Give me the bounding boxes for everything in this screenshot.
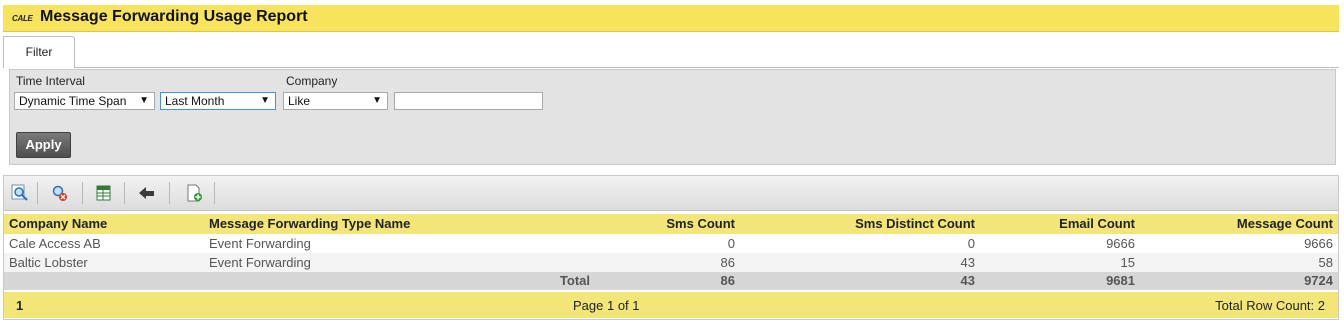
- dropdown-arrow-icon: ▼: [139, 95, 149, 106]
- cell-forwarding-type: Event Forwarding: [209, 255, 311, 270]
- export-excel-icon[interactable]: [94, 184, 114, 202]
- time-interval-label: Time Interval: [16, 74, 85, 88]
- pager-bar: 1 Page 1 of 1 Total Row Count: 2: [4, 292, 1338, 318]
- cell-sms-distinct-count: 43: [960, 255, 975, 270]
- cale-logo: CALE: [12, 14, 33, 23]
- col-sms-distinct-count[interactable]: Sms Distinct Count: [804, 216, 975, 231]
- total-message-count: 9724: [1304, 273, 1333, 288]
- search-icon[interactable]: [10, 184, 30, 202]
- page-number-link[interactable]: 1: [16, 298, 23, 313]
- total-row-count: Total Row Count: 2: [1215, 298, 1325, 313]
- cell-email-count: 15: [1120, 255, 1135, 270]
- cell-email-count: 9666: [1106, 236, 1135, 251]
- tab-strip: Filter: [3, 36, 1339, 68]
- cell-message-count: 9666: [1304, 236, 1333, 251]
- toolbar-separator: [124, 182, 125, 204]
- time-mode-value: Dynamic Time Span: [19, 94, 127, 108]
- dropdown-arrow-icon: ▼: [260, 95, 270, 106]
- cell-sms-count: 0: [727, 236, 735, 251]
- table-header: Company Name Message Forwarding Type Nam…: [4, 214, 1338, 234]
- company-operator-select[interactable]: Like ▼: [283, 92, 388, 110]
- table-row[interactable]: Baltic Lobster Event Forwarding 86 43 15…: [4, 253, 1338, 272]
- col-forwarding-type[interactable]: Message Forwarding Type Name: [209, 216, 410, 231]
- cell-sms-distinct-count: 0: [967, 236, 975, 251]
- page-indicator: Page 1 of 1: [573, 298, 640, 313]
- filter-panel: Time Interval Dynamic Time Span ▼ Last M…: [9, 69, 1336, 165]
- cell-company: Cale Access AB: [9, 236, 101, 251]
- time-span-select[interactable]: Last Month ▼: [160, 92, 276, 110]
- col-message-count[interactable]: Message Count: [1154, 216, 1333, 231]
- total-email-count: 9681: [1106, 273, 1135, 288]
- time-span-value: Last Month: [165, 94, 225, 108]
- time-mode-select[interactable]: Dynamic Time Span ▼: [14, 92, 155, 110]
- cell-forwarding-type: Event Forwarding: [209, 236, 311, 251]
- clear-search-icon[interactable]: [50, 184, 70, 202]
- tab-filter[interactable]: Filter: [3, 36, 75, 68]
- new-report-icon[interactable]: [184, 184, 204, 202]
- total-sms-distinct-count: 43: [960, 273, 975, 288]
- dropdown-arrow-icon: ▼: [372, 95, 382, 106]
- toolbar-separator: [169, 182, 170, 204]
- company-operator-value: Like: [288, 94, 311, 108]
- col-sms-count[interactable]: Sms Count: [604, 216, 735, 231]
- apply-button[interactable]: Apply: [16, 132, 71, 158]
- company-input[interactable]: [394, 92, 543, 110]
- toolbar-separator: [214, 182, 215, 204]
- toolbar-separator: [37, 182, 38, 204]
- toolbar-separator: [82, 182, 83, 204]
- col-company-name[interactable]: Company Name: [9, 216, 107, 231]
- cell-sms-count: 86: [720, 255, 735, 270]
- grid-toolbar: [4, 176, 1338, 211]
- total-row: Total 86 43 9681 9724: [4, 272, 1338, 290]
- col-email-count[interactable]: Email Count: [1004, 216, 1135, 231]
- report-grid: Company Name Message Forwarding Type Nam…: [3, 175, 1339, 320]
- report-title-bar: CALE Message Forwarding Usage Report: [3, 5, 1339, 32]
- cell-message-count: 58: [1318, 255, 1333, 270]
- total-sms-count: 86: [720, 273, 735, 288]
- back-arrow-icon[interactable]: [137, 184, 157, 202]
- table-row[interactable]: Cale Access AB Event Forwarding 0 0 9666…: [4, 234, 1338, 253]
- company-label: Company: [286, 74, 338, 88]
- total-label: Total: [559, 273, 590, 288]
- cell-company: Baltic Lobster: [9, 255, 88, 270]
- page-title: Message Forwarding Usage Report: [40, 8, 308, 25]
